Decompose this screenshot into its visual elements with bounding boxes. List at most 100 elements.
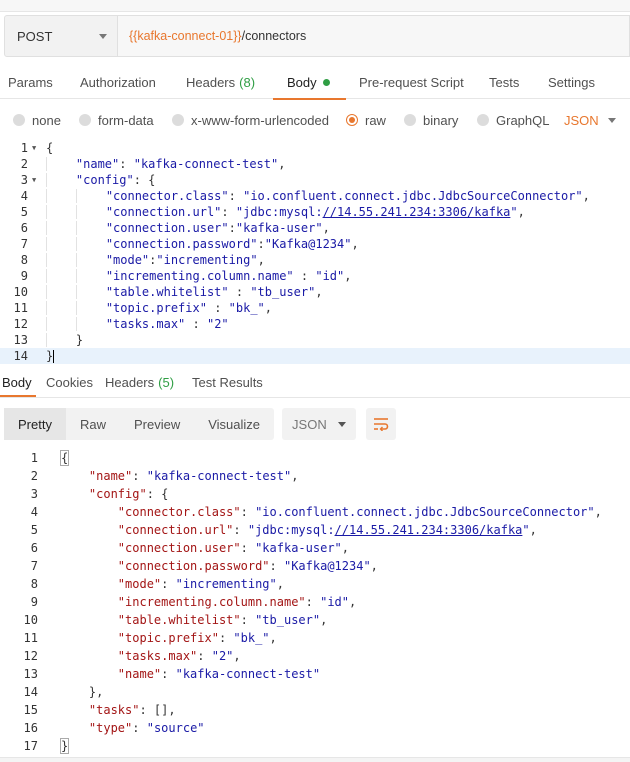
line-number: 1 (30, 451, 38, 465)
line-number: 13 (13, 333, 28, 347)
tab-tests[interactable]: Tests (489, 66, 519, 99)
response-line: 4 "connector.class": "io.confluent.conne… (0, 503, 630, 521)
response-tab-headers[interactable]: Headers (5) (105, 368, 174, 396)
line-number: 11 (23, 631, 38, 645)
request-body-editor[interactable]: 1 ▼{2 "name": "kafka-connect-test", 3 ▼ "co… (0, 140, 630, 364)
json-punct: : (269, 559, 284, 573)
radio-graphql[interactable]: GraphQL (477, 113, 549, 128)
editor-line: 10 "table.whitelist" : "tb_user", (0, 284, 630, 300)
response-body-viewer[interactable]: 1{2 "name": "kafka-connect-test", 3 "conf… (0, 449, 630, 757)
response-line: 8 "mode": "incrementing", (0, 575, 630, 593)
tab-pre-request-script[interactable]: Pre-request Script (359, 66, 464, 99)
fold-toggle-icon[interactable]: ▼ (32, 140, 36, 156)
json-punct: : (161, 667, 176, 681)
response-tab-body[interactable]: Body (0, 368, 36, 397)
matched-brace: { (60, 450, 70, 466)
response-tab-test-results[interactable]: Test Results (192, 368, 263, 396)
json-key: "config" (88, 487, 147, 501)
response-line: 17} (0, 737, 630, 755)
line-number: 12 (23, 649, 38, 663)
json-punct: , (594, 505, 602, 519)
editor-line: 9 "incrementing.column.name" : "id", (0, 268, 630, 284)
editor-line: 4 "connector.class": "io.confluent.conne… (0, 188, 630, 204)
tab-label: Body (287, 75, 317, 90)
json-string: "id" (320, 595, 349, 609)
json-link[interactable]: //14.55.241.234:3306/kafka (335, 523, 523, 537)
wrap-lines-icon (374, 418, 389, 431)
radio-form-data[interactable]: form-data (79, 113, 154, 128)
code-text: "connection.url": "jdbc:mysql://14.55.24… (60, 521, 537, 539)
code-text: "name": "kafka-connect-test" (60, 665, 320, 683)
code-text: "type": "source" (60, 719, 205, 737)
line-number: 6 (30, 541, 38, 555)
code-text: "table.whitelist" : "tb_user", (46, 284, 323, 300)
json-string: "kafka-user" (235, 221, 323, 235)
response-line: 15 "tasks": [], (0, 701, 630, 719)
http-method-select[interactable]: POST (4, 15, 118, 57)
radio-label: none (32, 112, 61, 128)
tab-authorization[interactable]: Authorization (80, 66, 156, 99)
response-line: 11 "topic.prefix": "bk_", (0, 629, 630, 647)
json-link[interactable]: //14.55.241.234:3306/kafka (323, 205, 511, 219)
editor-line: 11 "topic.prefix" : "bk_", (0, 300, 630, 316)
tab-label: Headers (186, 75, 236, 90)
tab-body[interactable]: Body (273, 66, 346, 100)
tab-settings[interactable]: Settings (548, 66, 595, 99)
radio-x-www-form-urlencoded[interactable]: x-www-form-urlencoded (172, 113, 329, 128)
indent-guide (46, 173, 76, 187)
indent-guide (75, 237, 106, 251)
radio-circle-icon (477, 114, 489, 126)
bottom-strip (0, 757, 630, 762)
json-punct: }, (88, 685, 104, 699)
json-string: "tb_user" (255, 613, 321, 627)
line-number: 7 (30, 559, 38, 573)
json-string: "incrementing" (175, 577, 277, 591)
indent-guide (75, 317, 106, 331)
line-number: 10 (13, 285, 28, 299)
request-url-input[interactable]: {{kafka-connect-01}}/connectors (118, 15, 630, 57)
json-string: "bk_" (233, 631, 270, 645)
json-string: "incrementing" (156, 253, 258, 267)
json-punct: , (341, 541, 350, 555)
line-number: 3 (30, 487, 38, 501)
response-line: 3 "config": { (0, 485, 630, 503)
radio-binary[interactable]: binary (404, 113, 458, 128)
json-string: "source" (146, 721, 205, 735)
json-punct: , (291, 469, 299, 483)
line-number: 17 (23, 739, 38, 753)
response-format-select[interactable]: JSON (282, 408, 357, 440)
view-pretty-button[interactable]: Pretty (4, 408, 66, 440)
json-key: "tasks.max" (117, 649, 198, 663)
json-key: "incrementing.column.name" (105, 269, 294, 283)
editor-line: 1 ▼ { (0, 140, 630, 156)
code-text: "connector.class": "io.confluent.connect… (46, 188, 590, 204)
json-string: "kafka-user" (255, 541, 342, 555)
response-line: 14 }, (0, 683, 630, 701)
wrap-lines-button[interactable] (366, 408, 397, 440)
view-preview-button[interactable]: Preview (120, 408, 194, 440)
json-punct: , (320, 613, 328, 627)
tab-headers[interactable]: Headers (8) (186, 66, 255, 99)
json-punct: , (257, 253, 265, 267)
view-raw-button[interactable]: Raw (66, 408, 120, 440)
radio-none[interactable]: none (13, 113, 61, 128)
json-string: "kafka-connect-test" (133, 157, 279, 171)
json-key: "mode" (117, 577, 162, 591)
fold-toggle-icon[interactable]: ▼ (32, 172, 36, 188)
radio-raw[interactable]: raw (346, 113, 386, 128)
chevron-down-icon (99, 33, 107, 39)
json-key: "name" (75, 157, 120, 171)
json-punct: , (233, 649, 241, 663)
response-line: 5 "connection.url": "jdbc:mysql://14.55.… (0, 521, 630, 539)
json-key: "connection.user" (105, 221, 229, 235)
view-visualize-button[interactable]: Visualize (194, 408, 274, 440)
editor-line: 7 "connection.password":"Kafka@1234", (0, 236, 630, 252)
code-text: "incrementing.column.name" : "id", (46, 268, 351, 284)
tab-params[interactable]: Params (8, 66, 53, 99)
json-punct: : (218, 631, 234, 645)
json-key: "connector.class" (117, 505, 241, 519)
response-tab-cookies[interactable]: Cookies (46, 368, 93, 396)
indent-guide (75, 301, 106, 315)
radio-label: raw (365, 112, 386, 128)
body-language-select[interactable]: JSON (564, 113, 616, 128)
